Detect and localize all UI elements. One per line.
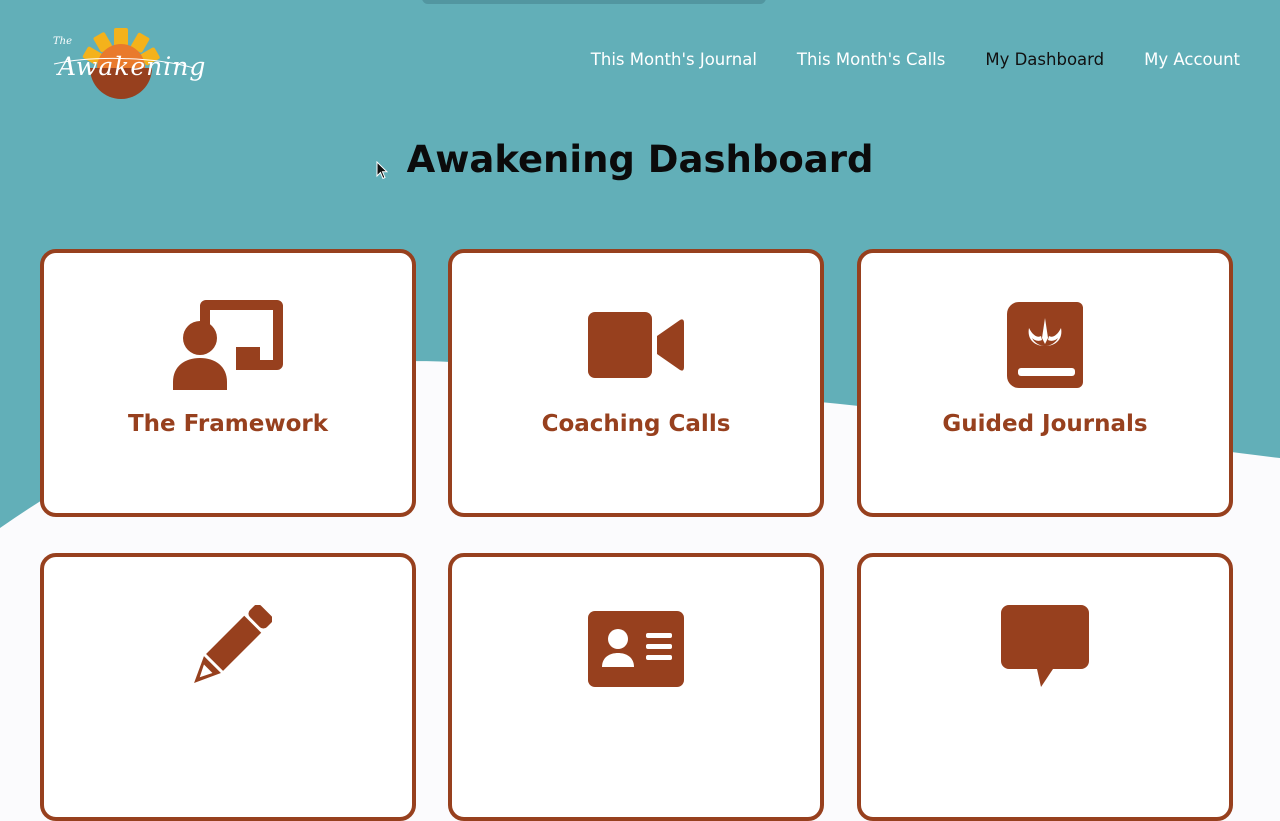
- nav-this-months-calls[interactable]: This Month's Calls: [797, 50, 945, 69]
- site-header: The Awakening This Month's Journal This …: [0, 0, 1280, 120]
- card-label: Coaching Calls: [541, 411, 731, 437]
- nav-my-dashboard[interactable]: My Dashboard: [985, 50, 1104, 69]
- main-nav: This Month's Journal This Month's Calls …: [591, 50, 1240, 69]
- nav-this-months-journal[interactable]: This Month's Journal: [591, 50, 757, 69]
- card-the-framework[interactable]: The Framework: [40, 249, 416, 517]
- card-guided-journals[interactable]: Guided Journals: [857, 249, 1233, 517]
- logo-name-text: Awakening: [58, 52, 207, 81]
- card-label: The Framework: [127, 411, 329, 437]
- mouse-cursor-icon: [376, 161, 388, 180]
- card-pencil[interactable]: [40, 553, 416, 821]
- journal-book-icon: [861, 299, 1229, 391]
- card-coaching-calls[interactable]: Coaching Calls: [448, 249, 824, 517]
- page-title: Awakening Dashboard: [406, 138, 874, 181]
- site-logo[interactable]: The Awakening: [50, 26, 205, 102]
- speech-bubble-icon: [861, 603, 1229, 695]
- pencil-icon: [44, 603, 412, 695]
- teacher-board-icon: [44, 299, 412, 391]
- card-speech-bubble[interactable]: [857, 553, 1233, 821]
- card-label: Guided Journals: [942, 411, 1148, 437]
- video-camera-icon: [452, 299, 820, 391]
- nav-my-account[interactable]: My Account: [1144, 50, 1240, 69]
- card-id-card[interactable]: [448, 553, 824, 821]
- logo-the-text: The: [53, 36, 73, 47]
- id-card-icon: [452, 603, 820, 695]
